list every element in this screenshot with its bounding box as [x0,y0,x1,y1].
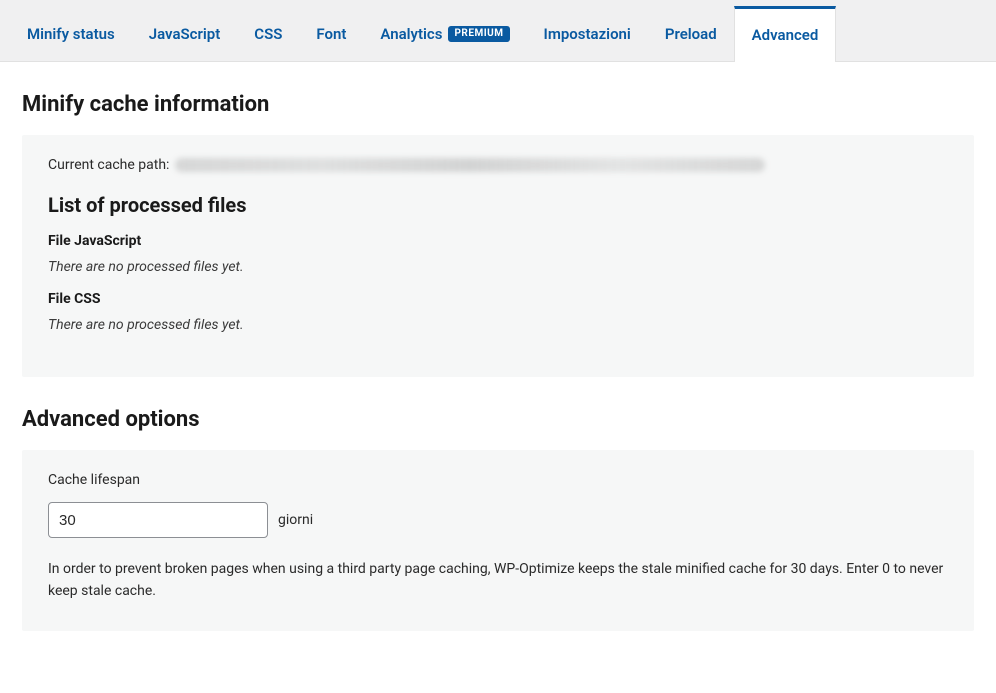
cache-lifespan-help: In order to prevent broken pages when us… [48,558,948,603]
cache-lifespan-unit: giorni [278,512,313,528]
tab-font[interactable]: Font [299,5,363,61]
tab-label: Preload [665,25,717,43]
tab-analytics[interactable]: Analytics PREMIUM [363,5,526,61]
section-heading-cache-info: Minify cache information [22,92,974,117]
tab-label: CSS [254,25,282,43]
cache-info-panel: Current cache path: List of processed fi… [22,135,974,377]
cache-path-label: Current cache path: [48,157,169,173]
tab-bar: Minify status JavaScript CSS Font Analyt… [0,0,996,62]
section-heading-advanced-options: Advanced options [22,407,974,432]
tab-impostazioni[interactable]: Impostazioni [527,5,648,61]
tab-label: Impostazioni [544,25,631,43]
cache-path-value-redacted [175,158,765,172]
tab-label: JavaScript [149,25,221,43]
file-css-heading: File CSS [48,291,948,307]
file-css-empty: There are no processed files yet. [48,317,948,333]
tab-javascript[interactable]: JavaScript [132,5,238,61]
tab-content: Minify cache information Current cache p… [0,62,996,661]
file-js-empty: There are no processed files yet. [48,259,948,275]
premium-badge: PREMIUM [448,26,509,42]
tab-label: Advanced [752,26,819,44]
tab-label: Minify status [27,25,115,43]
advanced-options-panel: Cache lifespan giorni In order to preven… [22,450,974,631]
cache-lifespan-input[interactable] [48,502,268,538]
tab-label: Font [316,25,346,43]
cache-lifespan-row: giorni [48,502,948,538]
tab-label: Analytics [380,25,442,43]
tab-css[interactable]: CSS [237,5,299,61]
file-js-heading: File JavaScript [48,233,948,249]
tab-advanced[interactable]: Advanced [734,6,837,62]
tab-preload[interactable]: Preload [648,5,734,61]
cache-lifespan-label: Cache lifespan [48,472,948,488]
processed-files-heading: List of processed files [48,193,948,217]
tab-minify-status[interactable]: Minify status [10,5,132,61]
cache-path-row: Current cache path: [48,157,948,173]
